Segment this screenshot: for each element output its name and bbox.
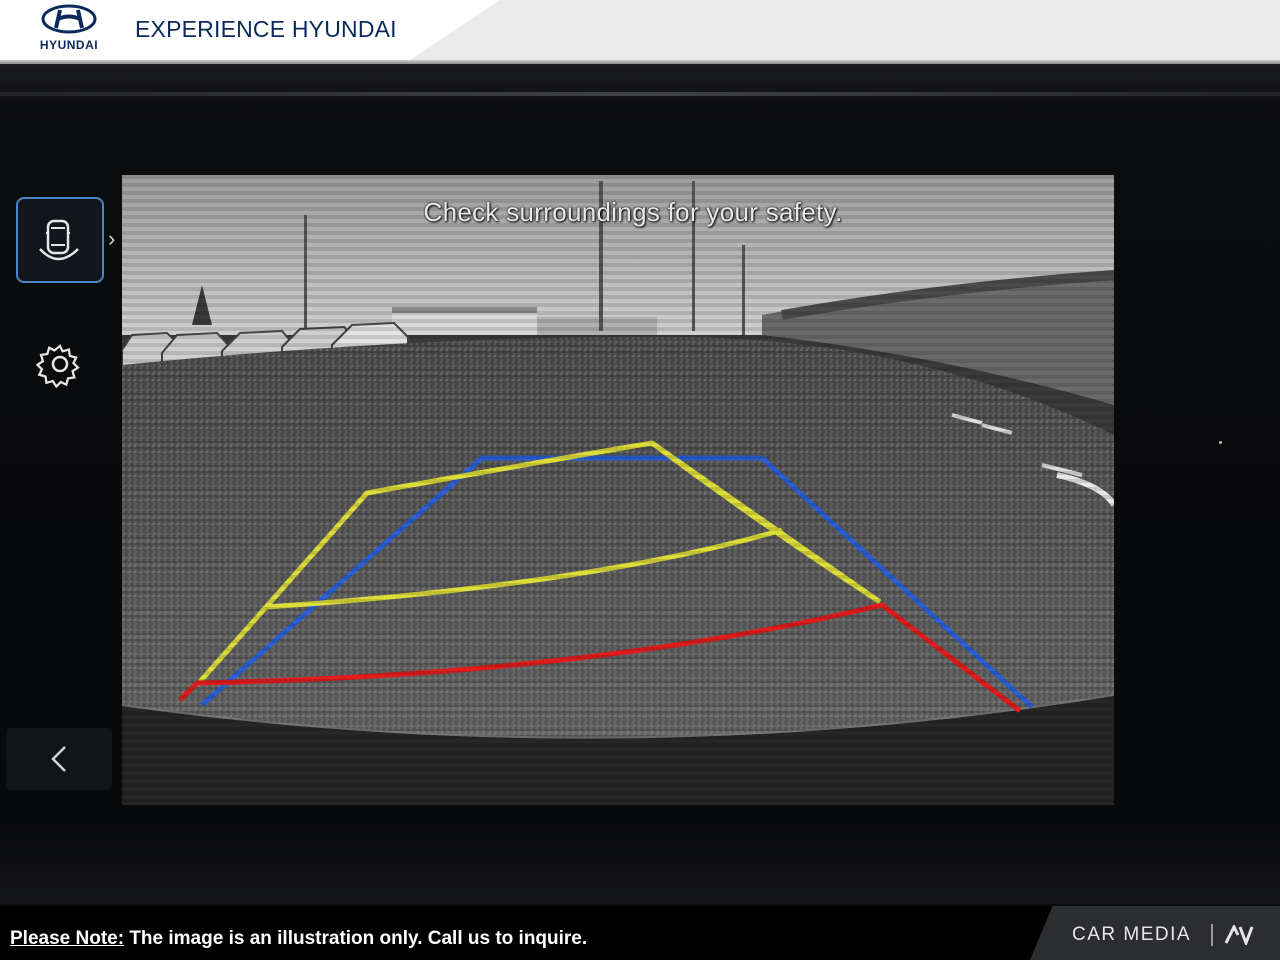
hyundai-logo: HYUNDAI [30, 4, 108, 54]
settings-button[interactable] [35, 340, 84, 393]
car-media-separator [1211, 924, 1213, 946]
hyundai-logo-icon [41, 4, 97, 34]
gear-icon [35, 344, 80, 389]
dealer-name: EXPERIENCE HYUNDAI [135, 16, 397, 42]
car-media-logo-icon [1224, 925, 1254, 945]
dealer-banner: HYUNDAI EXPERIENCE HYUNDAI [0, 0, 1280, 60]
bezel-highlight [0, 92, 1280, 96]
back-arrow-icon [51, 746, 66, 772]
chevron-right-icon[interactable]: › [108, 226, 115, 252]
rear-camera-view: Check surroundings for your safety. [122, 175, 1114, 805]
disclaimer: Please Note: The image is an illustratio… [10, 928, 587, 950]
brand-wordmark: HYUNDAI [39, 38, 99, 52]
car-media-wordmark: CAR MEDIA [1072, 924, 1192, 945]
footer-bar: Please Note: The image is an illustratio… [0, 906, 1280, 960]
parking-view-icon [39, 219, 79, 261]
back-button[interactable] [6, 728, 112, 790]
indicator-dot [1219, 441, 1222, 444]
disclaimer-text: The image is an illustration only. Call … [124, 928, 588, 949]
disclaimer-label: Please Note: [10, 928, 125, 949]
parking-view-button[interactable] [16, 197, 104, 283]
safety-message: Check surroundings for your safety. [423, 197, 843, 227]
camera-feed-image [122, 175, 1114, 805]
